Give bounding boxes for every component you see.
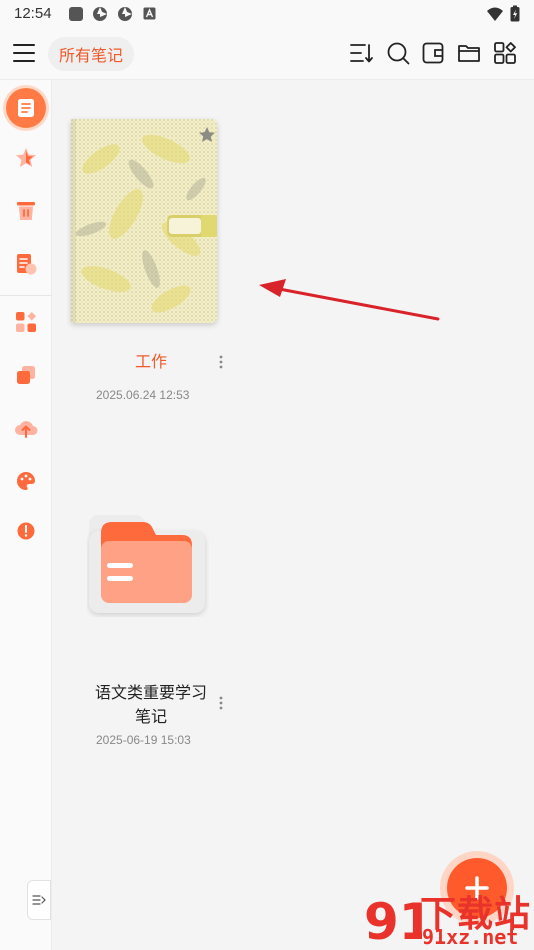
sidebar-item-cloud[interactable] [6,408,46,448]
watermark: 91 下载站 91xz.net [360,885,534,950]
watermark-site: 91xz.net [422,925,519,949]
sidebar-item-layers[interactable] [6,355,46,395]
note-title-folder[interactable]: 语文类重要学习 笔记 [78,681,224,729]
cloud-upload-icon [15,421,38,438]
sidebar-divider [0,295,52,296]
sidebar-item-about[interactable] [6,511,46,551]
status-right [486,5,520,22]
folder-chinese-notes[interactable] [87,513,209,617]
note-date-folder: 2025-06-19 15:03 [96,733,191,747]
folder-icon-large [89,515,205,613]
note-title-folder-line2: 笔记 [134,707,167,726]
sidebar [0,80,52,950]
notebook-cover-work[interactable] [71,119,217,323]
star-icon [16,148,36,167]
search-icon[interactable] [386,41,410,65]
sort-icon[interactable] [349,41,373,65]
sidebar-collapse-button[interactable] [27,880,51,920]
annotation-arrow-icon [259,279,440,321]
notebook-cover-art [71,119,217,323]
status-time: 12:54 [14,5,52,22]
note-date-work: 2025.06.24 12:53 [96,388,190,402]
apps-grid-icon [16,312,36,332]
sidebar-item-apps[interactable] [6,302,46,342]
sidebar-item-all-notes[interactable] [6,88,46,128]
folder-icon[interactable] [457,41,481,65]
trash-icon [17,202,35,220]
wallet-icon[interactable] [421,41,445,65]
sidebar-item-trash[interactable] [6,191,46,231]
sidebar-item-favorites[interactable] [6,138,46,178]
info-icon [17,522,35,540]
sidebar-item-recent[interactable] [6,244,46,284]
palette-icon [17,472,35,490]
aperture-icon [118,7,132,21]
watermark-logo: 91 [364,893,422,947]
expand-sidebar-icon [32,895,46,905]
a-box-icon [143,7,156,20]
more-vert-icon[interactable] [215,354,227,370]
top-app-bar: 所有笔记 [0,28,534,80]
wifi-icon [487,7,503,21]
note-title-work[interactable]: 工作 [96,350,206,374]
document-clock-icon [17,254,37,275]
sidebar-item-theme[interactable] [6,461,46,501]
battery-charging-icon [510,5,520,22]
aperture-icon [93,7,107,21]
square-icon [69,7,83,21]
more-vert-icon[interactable] [215,695,227,711]
note-title-folder-line1: 语文类重要学习 [94,683,207,702]
watermark-logo-text: 91 [364,893,422,947]
layers-icon [17,366,35,384]
notes-list-icon [18,99,34,117]
status-bar: 12:54 [0,0,534,28]
page-title[interactable]: 所有笔记 [48,37,135,71]
menu-icon[interactable] [12,41,36,65]
grid-plus-icon[interactable] [493,41,517,65]
